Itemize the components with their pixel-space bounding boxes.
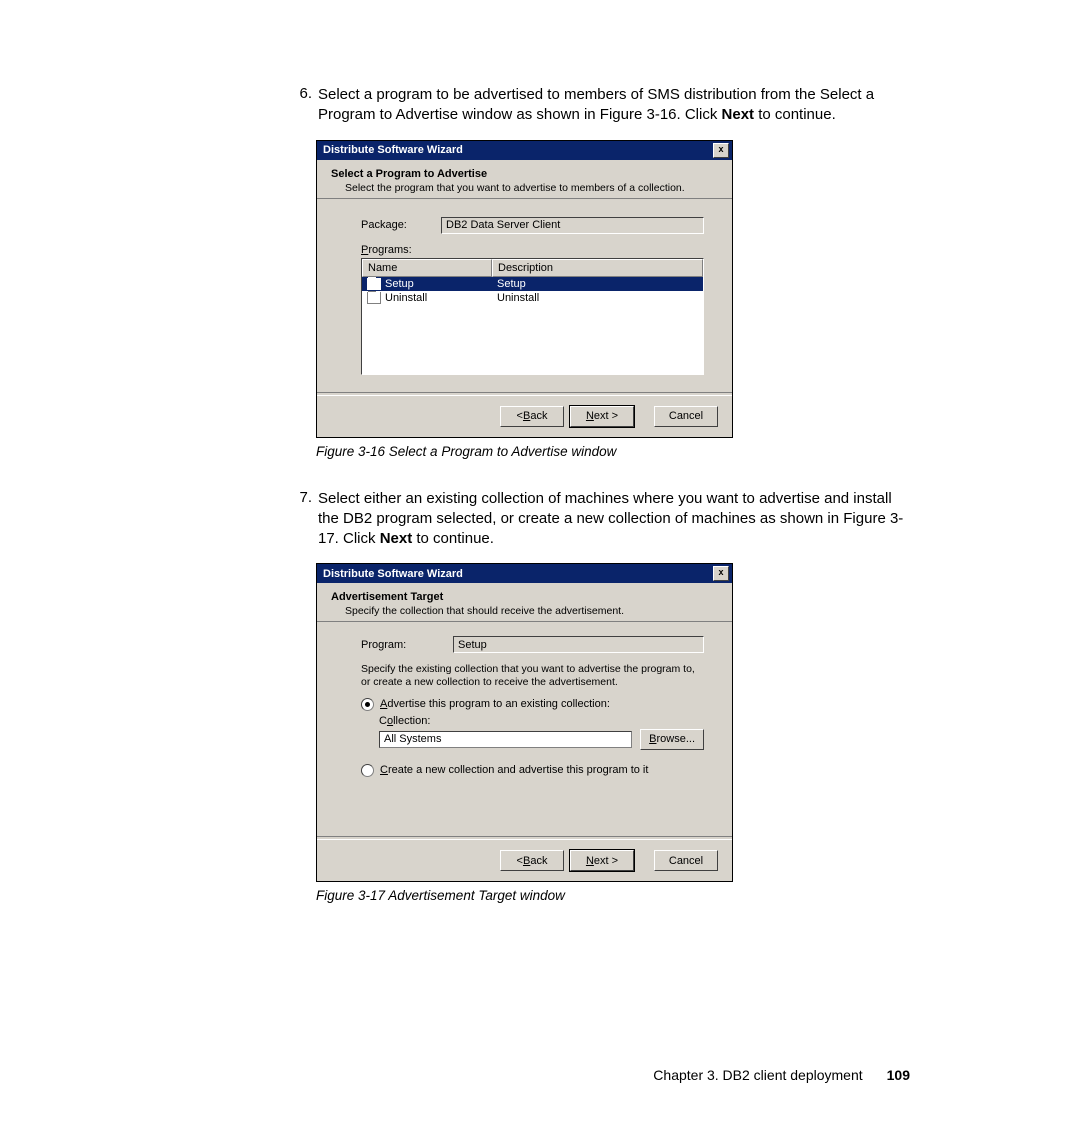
back-button[interactable]: < Back: [500, 406, 564, 427]
existing-group: Collection: All Systems Browse...: [379, 715, 704, 750]
step-number: 7.: [290, 489, 318, 550]
program-field: Setup: [453, 636, 704, 653]
wizard-body: Program: Setup Specify the existing coll…: [317, 622, 732, 836]
cancel-button[interactable]: Cancel: [654, 850, 718, 871]
label-collection: Collection:: [379, 715, 704, 727]
titlebar: Distribute Software Wizard x: [317, 141, 732, 160]
back-button[interactable]: < Back: [500, 850, 564, 871]
radio-existing[interactable]: Advertise this program to an existing co…: [361, 698, 704, 711]
label-program: Program:: [361, 639, 453, 651]
row-desc: Setup: [492, 277, 703, 291]
wizard-header-title: Advertisement Target: [331, 591, 718, 603]
radio-label: Create a new collection and advertise th…: [380, 764, 648, 776]
row-desc: Uninstall: [492, 291, 703, 305]
program-icon: [367, 292, 381, 304]
button-row: < Back Next > Cancel: [317, 840, 732, 881]
step-bold: Next: [380, 530, 413, 547]
window-title: Distribute Software Wizard: [323, 144, 463, 156]
row-name: Uninstall: [385, 292, 427, 304]
step-text-b: to continue.: [412, 530, 494, 547]
row-name: Setup: [385, 278, 414, 290]
figure-caption: Figure 3-16 Select a Program to Advertis…: [316, 444, 910, 459]
wizard-header-desc: Specify the collection that should recei…: [331, 605, 718, 617]
page-footer: Chapter 3. DB2 client deployment 109: [653, 1067, 910, 1083]
close-icon[interactable]: x: [713, 566, 729, 581]
cancel-button[interactable]: Cancel: [654, 406, 718, 427]
radio-icon: [361, 698, 374, 711]
button-row: < Back Next > Cancel: [317, 396, 732, 437]
next-button[interactable]: Next >: [570, 406, 634, 427]
wizard-advertisement-target: Distribute Software Wizard x Advertiseme…: [316, 563, 733, 882]
footer-page: 109: [887, 1067, 910, 1083]
package-field: DB2 Data Server Client: [441, 217, 704, 234]
wizard-body: Package: DB2 Data Server Client Programs…: [317, 199, 732, 392]
browse-button[interactable]: Browse...: [640, 729, 704, 750]
radio-icon: [361, 764, 374, 777]
step-body: Select either an existing collection of …: [318, 489, 910, 550]
wizard-header: Select a Program to Advertise Select the…: [317, 160, 732, 199]
list-item[interactable]: Uninstall Uninstall: [362, 291, 703, 305]
wizard-header: Advertisement Target Specify the collect…: [317, 583, 732, 622]
label-package: Package:: [361, 219, 441, 231]
col-description[interactable]: Description: [492, 259, 703, 277]
wizard-header-desc: Select the program that you want to adve…: [331, 182, 718, 194]
list-item[interactable]: Setup Setup: [362, 277, 703, 291]
instruction-text: Specify the existing collection that you…: [361, 663, 704, 689]
next-button[interactable]: Next >: [570, 850, 634, 871]
close-icon[interactable]: x: [713, 143, 729, 158]
step-bold: Next: [722, 106, 755, 123]
step-number: 6.: [290, 85, 318, 126]
titlebar: Distribute Software Wizard x: [317, 564, 732, 583]
footer-chapter: Chapter 3. DB2 client deployment: [653, 1067, 862, 1083]
programs-list[interactable]: Name Description Setup Setup Uninstall U…: [361, 258, 704, 375]
label-programs: Programs:: [361, 244, 441, 256]
wizard-header-title: Select a Program to Advertise: [331, 168, 718, 180]
step-7: 7. Select either an existing collection …: [290, 489, 910, 550]
window-title: Distribute Software Wizard: [323, 568, 463, 580]
step-6: 6. Select a program to be advertised to …: [290, 85, 910, 126]
figure-caption: Figure 3-17 Advertisement Target window: [316, 888, 910, 903]
step-body: Select a program to be advertised to mem…: [318, 85, 910, 126]
step-text-b: to continue.: [754, 106, 836, 123]
radio-new[interactable]: Create a new collection and advertise th…: [361, 764, 704, 777]
col-name[interactable]: Name: [362, 259, 492, 277]
list-header: Name Description: [362, 259, 703, 277]
program-icon: [367, 278, 381, 290]
radio-label: Advertise this program to an existing co…: [380, 698, 610, 710]
collection-field[interactable]: All Systems: [379, 731, 632, 748]
wizard-select-program: Distribute Software Wizard x Select a Pr…: [316, 140, 733, 438]
